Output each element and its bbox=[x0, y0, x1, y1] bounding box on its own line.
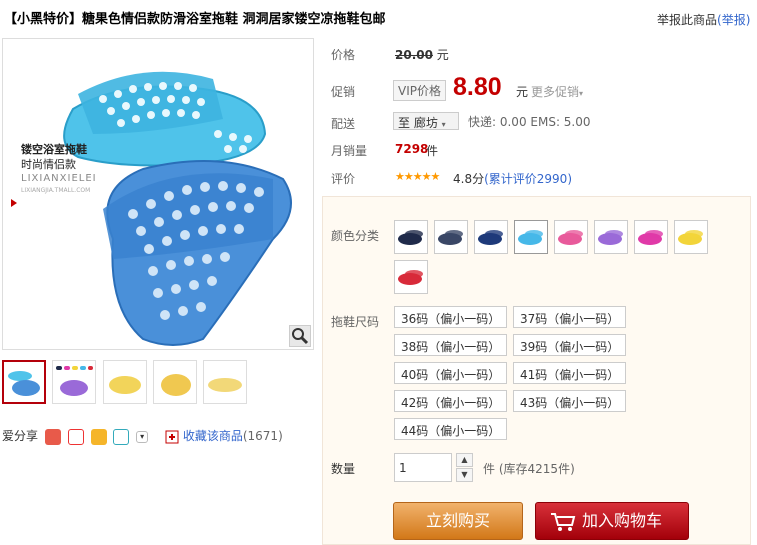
delivery-label: 配送 bbox=[331, 117, 356, 131]
add-to-cart-label[interactable]: 加入购物车 bbox=[582, 511, 662, 530]
share-bar: 爱分享 ▾ bbox=[2, 427, 149, 445]
original-price-unit: 元 bbox=[436, 48, 449, 62]
main-product-image[interactable]: 镂空浴室拖鞋 时尚情侣款 LIXIANXIELEI LIXIANGJIA.TMA… bbox=[2, 38, 314, 350]
quantity-decrease-button[interactable]: ▼ bbox=[456, 468, 473, 482]
favorite-icon bbox=[165, 430, 179, 443]
thumbnail-4[interactable] bbox=[153, 360, 197, 404]
add-to-cart-button[interactable]: 加入购物车 bbox=[535, 502, 689, 540]
cart-icon bbox=[551, 513, 576, 531]
original-price: 20.00 元 bbox=[395, 46, 449, 63]
size-option-36[interactable]: 36码（偏小一码） bbox=[394, 306, 507, 328]
color-swatch-9[interactable] bbox=[394, 260, 428, 294]
report-link[interactable]: 举报此商品(举报) bbox=[657, 11, 750, 28]
promo-label: 促销 bbox=[331, 85, 356, 99]
share-kaixin-icon[interactable] bbox=[44, 428, 61, 445]
quantity-increase-button[interactable]: ▲ bbox=[456, 453, 473, 467]
size-option-43[interactable]: 43码（偏小一码） bbox=[513, 390, 626, 412]
color-swatch-3[interactable] bbox=[474, 220, 508, 254]
favorite-label[interactable]: 收藏该商品 bbox=[183, 429, 243, 443]
size-option-39[interactable]: 39码（偏小一码） bbox=[513, 334, 626, 356]
more-promo-text[interactable]: 更多促销 bbox=[531, 85, 579, 99]
product-title: 【小黑特价】糖果色情侣款防滑浴室拖鞋 洞洞居家镂空凉拖鞋包邮 bbox=[4, 12, 386, 27]
color-swatch-4[interactable] bbox=[514, 220, 548, 254]
delivery-city[interactable]: 至 廊坊 bbox=[398, 116, 438, 130]
quantity-input[interactable]: 1 bbox=[394, 453, 452, 482]
sales-unit: 件 bbox=[426, 144, 439, 158]
chevron-down-icon: ▾ bbox=[441, 120, 446, 129]
favorite-link[interactable]: 收藏该商品(1671) bbox=[165, 427, 283, 444]
shipping-info: 快递: 0.00 EMS: 5.00 bbox=[468, 115, 591, 129]
stock-info: 件 (库存4215件) bbox=[483, 460, 575, 477]
sales-count: 7298 bbox=[395, 142, 429, 156]
size-option-42[interactable]: 42码（偏小一码） bbox=[394, 390, 507, 412]
review-count-link[interactable]: (累计评价2990) bbox=[484, 172, 572, 186]
vip-price-badge: VIP价格 bbox=[393, 80, 446, 101]
color-swatch-6[interactable] bbox=[594, 220, 628, 254]
favorite-count: (1671) bbox=[242, 429, 283, 443]
quantity-label: 数量 bbox=[331, 462, 356, 476]
size-option-40[interactable]: 40码（偏小一码） bbox=[394, 362, 507, 384]
color-swatch-5[interactable] bbox=[554, 220, 588, 254]
share-tencent-icon[interactable] bbox=[113, 428, 130, 445]
chevron-down-icon: ▾ bbox=[579, 89, 584, 98]
size-option-37[interactable]: 37码（偏小一码） bbox=[513, 306, 626, 328]
promo-price: 8.80 bbox=[453, 73, 502, 101]
image-caption-2: 时尚情侣款 bbox=[21, 158, 76, 171]
size-label: 拖鞋尺码 bbox=[331, 315, 380, 329]
thumbnail-5[interactable] bbox=[203, 360, 247, 404]
slippers-illustration bbox=[11, 71, 292, 346]
delivery-city-select[interactable]: 至 廊坊 ▾ bbox=[393, 112, 459, 130]
color-swatch-1[interactable] bbox=[394, 220, 428, 254]
image-watermark: LIXIANXIELEI bbox=[21, 173, 97, 184]
report-text[interactable]: 举报此商品 bbox=[657, 13, 717, 27]
rating-label: 评价 bbox=[331, 172, 356, 186]
size-option-41[interactable]: 41码（偏小一码） bbox=[513, 362, 626, 384]
color-swatch-8[interactable] bbox=[674, 220, 708, 254]
promo-price-unit: 元 bbox=[516, 85, 529, 99]
report-action[interactable]: (举报) bbox=[717, 13, 750, 27]
cyan-slipper bbox=[63, 71, 267, 167]
image-watermark-url: LIXIANGJIA.TMALL.COM bbox=[21, 187, 91, 194]
color-swatch-2[interactable] bbox=[434, 220, 468, 254]
original-price-value: 20.00 bbox=[395, 48, 433, 62]
size-option-38[interactable]: 38码（偏小一码） bbox=[394, 334, 507, 356]
share-weibo-icon[interactable] bbox=[67, 428, 84, 445]
image-caption-1: 镂空浴室拖鞋 bbox=[21, 143, 87, 156]
share-label: 爱分享 bbox=[2, 429, 39, 443]
rating-stars: ★★★★★ bbox=[395, 170, 440, 183]
blue-slipper bbox=[103, 160, 292, 346]
color-label: 颜色分类 bbox=[331, 229, 380, 243]
color-swatch-7[interactable] bbox=[634, 220, 668, 254]
sales-label: 月销量 bbox=[331, 144, 368, 158]
share-qzone-icon[interactable] bbox=[90, 428, 107, 445]
size-option-44[interactable]: 44码（偏小一码） bbox=[394, 418, 507, 440]
rating-score: 4.8分(累计评价2990) bbox=[453, 170, 572, 187]
thumbnail-2[interactable] bbox=[52, 360, 96, 404]
share-more-icon[interactable]: ▾ bbox=[136, 430, 149, 443]
more-promo-link[interactable]: 更多促销▾ bbox=[531, 83, 583, 100]
zoom-icon[interactable] bbox=[289, 325, 311, 347]
thumbnail-3[interactable] bbox=[103, 360, 147, 404]
quantity-unit: 件 bbox=[483, 462, 496, 476]
price-label: 价格 bbox=[331, 48, 356, 62]
rating-score-value: 4.8分 bbox=[453, 172, 485, 186]
stock-count: (库存4215件) bbox=[498, 462, 575, 476]
thumbnail-1[interactable] bbox=[2, 360, 46, 404]
buy-now-button[interactable]: 立刻购买 bbox=[393, 502, 523, 540]
